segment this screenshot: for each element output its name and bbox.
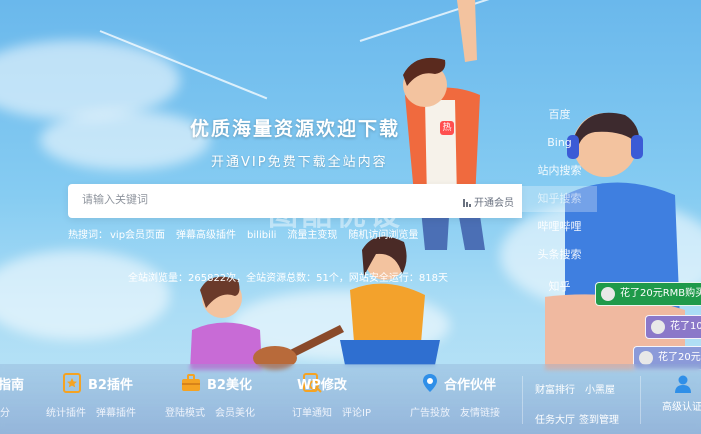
- nav-title-text: WP修改: [297, 378, 347, 393]
- bottom-nav: 指南 分 B2插件 统计插件 弹幕插件 B2美化 登陆模式 会员美化 WP修改 订单…: [0, 364, 701, 434]
- wealth-rank-link[interactable]: 财富排行: [535, 385, 575, 396]
- star-bookmark-icon: [63, 373, 81, 393]
- nav-group-partners: 合作伙伴 广告投放 友情链接: [410, 364, 520, 434]
- nav-links: 广告投放 友情链接: [410, 404, 510, 419]
- nav-link[interactable]: 统计插件: [46, 408, 86, 419]
- hot-term[interactable]: vip会员页面: [110, 230, 165, 241]
- avatar: [601, 287, 615, 301]
- hot-term[interactable]: bilibili: [247, 230, 276, 241]
- cloud: [40, 110, 210, 170]
- briefcase-icon: [182, 374, 200, 391]
- sitting-girl-illustration: [340, 236, 440, 365]
- engine-zhihu-search[interactable]: 知乎搜索: [522, 186, 597, 212]
- checkin-manage-link[interactable]: 签到管理: [579, 415, 619, 426]
- search-input[interactable]: [82, 193, 442, 206]
- nav-link[interactable]: 评论IP: [342, 408, 371, 419]
- hot-term[interactable]: 随机访问浏览量: [348, 230, 418, 241]
- divider: [522, 376, 523, 424]
- nav-link[interactable]: 广告投放: [410, 408, 450, 419]
- nav-link[interactable]: 登陆模式: [165, 408, 205, 419]
- user-level-label: 高级认证: [662, 402, 701, 413]
- toast-text: 花了20元RMB购买了: [620, 288, 701, 299]
- blacklist-link[interactable]: 小黑屋: [585, 385, 615, 396]
- search-engine-list: 百度 Bing 站内搜索 知乎搜索 哔哩哔哩 头条搜索 知乎: [522, 102, 597, 300]
- bar-chart-icon: [463, 199, 472, 207]
- nav-links: 登陆模式 会员美化: [165, 404, 265, 419]
- open-vip-label: 开通会员: [474, 198, 514, 209]
- site-stats: 全站浏览量：265822次，全站资源总数：51个，网站安全运行：818天: [128, 273, 448, 284]
- nav-link[interactable]: 友情链接: [460, 408, 500, 419]
- nav-links: 分: [0, 404, 20, 419]
- engine-bing[interactable]: Bing: [522, 130, 597, 156]
- guitar-girl-illustration: [190, 276, 344, 370]
- toast-text: 花了10: [670, 321, 701, 332]
- nav-link[interactable]: 弹幕插件: [96, 408, 136, 419]
- nav-title[interactable]: 合作伙伴: [444, 374, 496, 393]
- purchase-toast: 花了20元RMB购买了: [595, 282, 701, 306]
- engine-site-search[interactable]: 站内搜索: [522, 158, 597, 184]
- toast-text: 花了20元: [658, 352, 701, 363]
- nav-link[interactable]: 订单通知: [292, 408, 332, 419]
- engine-zhihu[interactable]: 知乎: [522, 274, 597, 300]
- task-hall-link[interactable]: 任务大厅: [535, 415, 575, 426]
- avatar: [639, 351, 653, 365]
- account-links: 财富排行 小黑屋 任务大厅 签到管理: [535, 376, 619, 434]
- user-icon[interactable]: [674, 374, 692, 394]
- engine-bilibili[interactable]: 哔哩哔哩: [522, 214, 597, 240]
- open-vip-link[interactable]: 开通会员: [463, 194, 514, 209]
- search-box: 开通会员: [68, 184, 522, 218]
- purchase-toast: 花了10: [645, 315, 701, 339]
- cloud: [0, 250, 170, 340]
- nav-links: 订单通知 评论IP: [292, 404, 381, 419]
- hero-title: 优质海量资源欢迎下载: [190, 118, 401, 140]
- hero-subtitle: 开通VIP免费下载全站内容: [211, 155, 388, 170]
- nav-link[interactable]: 会员美化: [215, 408, 255, 419]
- nav-group-guide: 指南 分: [0, 364, 40, 434]
- hot-search-row: 热搜词： vip会员页面 弹幕高级插件 bilibili 流量主变现 随机访问浏览量: [68, 226, 488, 241]
- nav-title[interactable]: B2插件: [88, 374, 133, 393]
- engine-baidu[interactable]: 百度: [522, 102, 597, 128]
- engine-toutiao[interactable]: 头条搜索: [522, 242, 597, 268]
- hot-term[interactable]: 弹幕高级插件: [176, 230, 236, 241]
- nav-title[interactable]: B2美化: [207, 374, 252, 393]
- nav-title[interactable]: 指南: [0, 374, 24, 393]
- avatar: [651, 320, 665, 334]
- nav-group-b2-plugin: B2插件 统计插件 弹幕插件: [46, 364, 156, 434]
- divider: [640, 376, 641, 424]
- hot-badge: 热: [440, 121, 454, 135]
- nav-group-b2-beautify: B2美化 登陆模式 会员美化: [165, 364, 275, 434]
- nav-group-wp-modify: WP修改 订单通知 评论IP: [292, 364, 402, 434]
- nav-title[interactable]: WP修改: [297, 374, 347, 393]
- nav-link[interactable]: 分: [0, 408, 10, 419]
- hot-search-label: 热搜词：: [68, 230, 108, 241]
- nav-links: 统计插件 弹幕插件: [46, 404, 146, 419]
- hero-banner: 优质海量资源欢迎下载 热 开通VIP免费下载全站内容 开通会员 图酷优设 热搜词…: [0, 0, 701, 434]
- location-pin-icon: [423, 374, 437, 392]
- hot-term[interactable]: 流量主变现: [287, 230, 337, 241]
